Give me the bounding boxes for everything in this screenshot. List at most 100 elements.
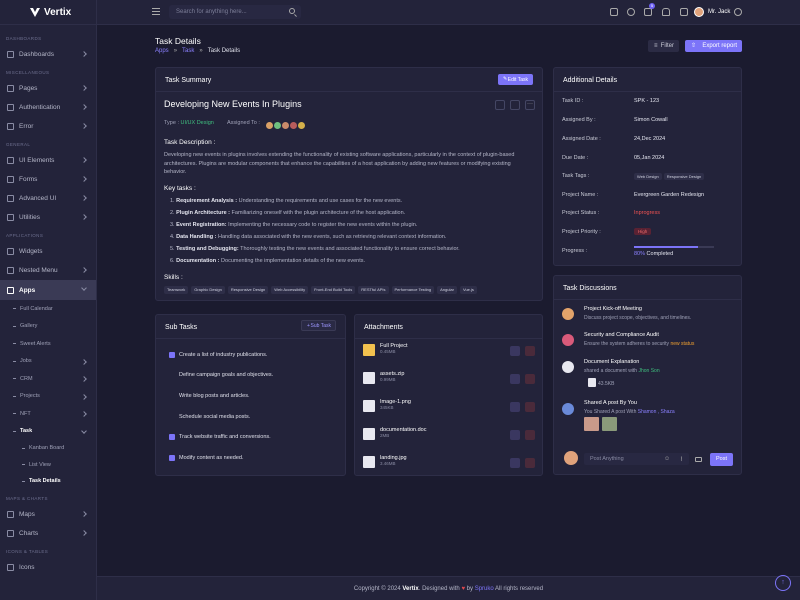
sidebar-sub-task-details[interactable]: Task Details bbox=[0, 473, 96, 490]
sub-task-item[interactable]: Modify content as needed. bbox=[169, 455, 244, 461]
add-sub-task-button[interactable]: + Sub Task bbox=[301, 320, 336, 331]
sidebar-item-advanced-ui[interactable]: Advanced UI bbox=[0, 189, 96, 208]
sidebar-label: UI Elements bbox=[19, 157, 55, 164]
more-icon[interactable]: ··· bbox=[525, 100, 535, 110]
sidebar-item-maps[interactable]: Maps bbox=[0, 505, 96, 524]
delete-icon[interactable] bbox=[525, 430, 535, 440]
footer-text: by bbox=[466, 586, 474, 592]
sub-task-item[interactable]: Create a list of industry publications. bbox=[169, 352, 267, 358]
sidebar-sub-sweet-alerts[interactable]: Sweet Alerts bbox=[0, 335, 96, 353]
post-image[interactable] bbox=[602, 417, 617, 431]
crumb-apps[interactable]: Apps bbox=[155, 48, 169, 54]
export-report-button[interactable]: ⇧ Export report bbox=[685, 40, 742, 52]
sidebar-item-apps[interactable]: Apps bbox=[0, 280, 96, 300]
brand-name: Vertix bbox=[44, 6, 72, 18]
bell-icon[interactable] bbox=[662, 8, 670, 16]
sidebar-item-authentication[interactable]: Authentication bbox=[0, 98, 96, 117]
filter-button[interactable]: ≡ Filter bbox=[648, 40, 679, 52]
sidebar-item-pages[interactable]: Pages bbox=[0, 79, 96, 98]
delete-icon[interactable] bbox=[525, 402, 535, 412]
crumb-task[interactable]: Task bbox=[182, 48, 194, 54]
search-input[interactable]: Search for anything here... bbox=[169, 5, 301, 19]
sidebar-item-utilities[interactable]: Utilities bbox=[0, 208, 96, 227]
checkbox-unchecked[interactable] bbox=[169, 372, 175, 378]
edit-task-button[interactable]: ✎ Edit Task bbox=[498, 74, 533, 85]
sidebar-sub-list-view[interactable]: List View bbox=[0, 457, 96, 474]
sub-task-item[interactable]: Track website traffic and conversions. bbox=[169, 434, 271, 440]
attachment-item[interactable]: landing.jpg 3.46MB bbox=[363, 455, 407, 468]
edit-icon[interactable] bbox=[510, 458, 520, 468]
file-size: 345KB bbox=[380, 405, 394, 410]
footer-company-link[interactable]: Spruko bbox=[475, 586, 494, 592]
sidebar-sub-crm[interactable]: CRM bbox=[0, 370, 96, 388]
sub-task-label: Create a list of industry publications. bbox=[179, 352, 268, 358]
post-image[interactable] bbox=[584, 417, 599, 431]
dash-icon bbox=[22, 480, 25, 482]
menu-toggle-icon[interactable] bbox=[152, 8, 160, 15]
link-icon[interactable] bbox=[510, 100, 520, 110]
scroll-to-top-button[interactable]: ↑ bbox=[775, 575, 791, 591]
attachment-item[interactable]: Full Project 0.45MB bbox=[363, 343, 408, 356]
theme-toggle-icon[interactable] bbox=[627, 8, 635, 16]
sidebar-sub-jobs[interactable]: Jobs bbox=[0, 353, 96, 371]
attachment-item[interactable]: Image-1.png 345KB bbox=[363, 399, 411, 412]
task-id-value: SPK - 123 bbox=[634, 98, 660, 104]
sidebar-item-icons[interactable]: Icons bbox=[0, 558, 96, 577]
chevron-right-icon bbox=[81, 267, 87, 273]
checkbox-checked[interactable] bbox=[169, 434, 175, 440]
attachment-item[interactable]: assets.zip 0.99MB bbox=[363, 371, 404, 384]
language-icon[interactable] bbox=[610, 8, 618, 16]
layers-icon bbox=[7, 214, 14, 221]
file-size[interactable]: 43.5KB bbox=[598, 381, 614, 387]
progress-fill bbox=[634, 246, 698, 248]
edit-icon[interactable] bbox=[510, 346, 520, 356]
sidebar-sub-kanban[interactable]: Kanban Board bbox=[0, 440, 96, 457]
chevron-right-icon bbox=[81, 85, 87, 91]
sidebar-item-charts[interactable]: Charts bbox=[0, 524, 96, 543]
post-placeholder: Post Anything bbox=[590, 456, 624, 462]
sub-task-item[interactable]: Define campaign goals and objectives. bbox=[169, 372, 273, 378]
skills-list: Teamwork Graphic Design Responsive Desig… bbox=[164, 286, 477, 294]
sidebar-item-nested-menu[interactable]: Nested Menu bbox=[0, 261, 96, 280]
post-input[interactable]: Post Anything bbox=[584, 453, 689, 465]
fullscreen-icon[interactable] bbox=[680, 8, 688, 16]
sidebar-item-widgets[interactable]: Widgets bbox=[0, 242, 96, 261]
sidebar-sub-gallery[interactable]: Gallery bbox=[0, 318, 96, 336]
delete-icon[interactable] bbox=[525, 458, 535, 468]
sidebar-item-error[interactable]: Error bbox=[0, 117, 96, 136]
avatar[interactable] bbox=[297, 121, 306, 130]
checkbox-unchecked[interactable] bbox=[169, 414, 175, 420]
search-icon[interactable] bbox=[289, 8, 295, 14]
logo[interactable]: Vertix bbox=[0, 0, 96, 25]
edit-icon[interactable] bbox=[510, 402, 520, 412]
copy-icon[interactable] bbox=[495, 100, 505, 110]
sidebar-item-ui-elements[interactable]: UI Elements bbox=[0, 151, 96, 170]
card-header: Task Discussions bbox=[554, 276, 741, 300]
edit-icon[interactable] bbox=[510, 430, 520, 440]
sidebar-label: Authentication bbox=[19, 104, 61, 111]
sidebar-item-forms[interactable]: Forms bbox=[0, 170, 96, 189]
post-button[interactable]: Post bbox=[710, 453, 733, 466]
sidebar-item-dashboards[interactable]: Dashboards bbox=[0, 45, 96, 64]
sidebar-sub-task[interactable]: Task bbox=[0, 423, 96, 441]
cart-icon[interactable] bbox=[644, 8, 652, 16]
checkbox-unchecked[interactable] bbox=[169, 393, 175, 399]
checkbox-checked[interactable] bbox=[169, 352, 175, 358]
sub-task-item[interactable]: Schedule social media posts. bbox=[169, 414, 250, 420]
attachment-item[interactable]: documentation.doc 2MB bbox=[363, 427, 426, 440]
delete-icon[interactable] bbox=[525, 346, 535, 356]
sub-task-item[interactable]: Write blog posts and articles. bbox=[169, 393, 250, 399]
emoji-icon[interactable]: ☺ bbox=[664, 456, 670, 462]
settings-gear-icon[interactable] bbox=[734, 8, 742, 16]
footer-brand[interactable]: Vertix bbox=[402, 586, 418, 592]
camera-icon[interactable] bbox=[695, 457, 702, 462]
edit-icon[interactable] bbox=[510, 374, 520, 384]
attach-icon[interactable]: ⌇ bbox=[680, 456, 683, 463]
sidebar-sub-projects[interactable]: Projects bbox=[0, 388, 96, 406]
user-menu[interactable]: Mr. Jack bbox=[694, 7, 730, 17]
sidebar-sub-nft[interactable]: NFT bbox=[0, 405, 96, 423]
checkbox-checked[interactable] bbox=[169, 455, 175, 461]
sidebar-sub-full-calendar[interactable]: Full Calendar bbox=[0, 300, 96, 318]
delete-icon[interactable] bbox=[525, 374, 535, 384]
sub-task-label: Schedule social media posts. bbox=[179, 414, 251, 420]
